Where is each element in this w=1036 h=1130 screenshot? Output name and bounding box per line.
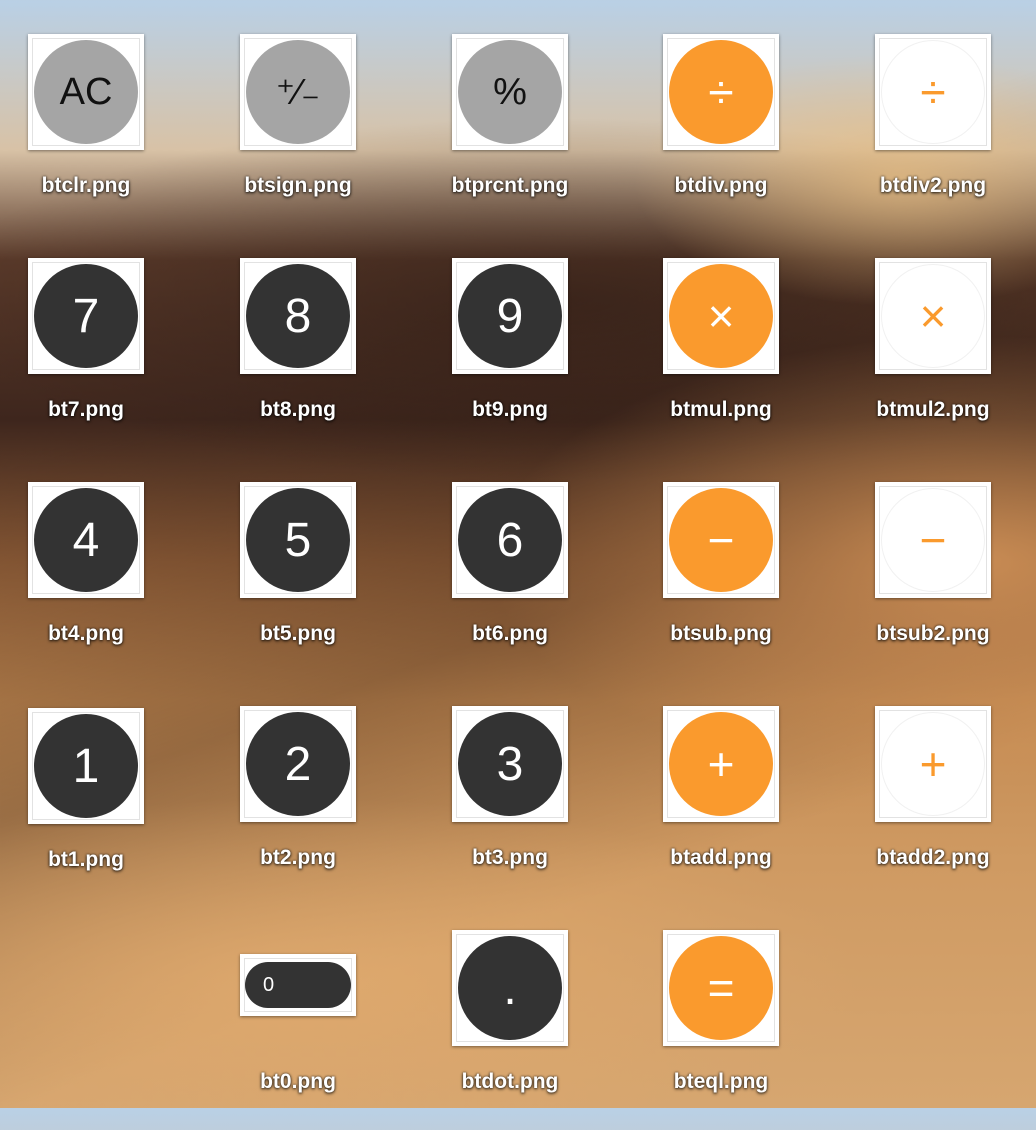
file-icon-btmul2[interactable]: × btmul2.png — [833, 258, 1033, 458]
file-icon-btsub2[interactable]: − btsub2.png — [833, 482, 1033, 682]
digit-symbol: 7 — [34, 264, 138, 368]
file-icon-btdiv[interactable]: ÷ btdiv.png — [621, 34, 821, 234]
file-name-label[interactable]: btdiv2.png — [833, 174, 1033, 198]
file-icon-bt1[interactable]: 1 bt1.png — [0, 708, 186, 908]
file-name-label[interactable]: btdot.png — [410, 1070, 610, 1094]
decimal-point-symbol: . — [458, 936, 562, 1040]
file-name-label[interactable]: bt3.png — [410, 846, 610, 870]
file-icon-bt8[interactable]: 8 bt8.png — [198, 258, 398, 458]
file-icon-btsub[interactable]: − btsub.png — [621, 482, 821, 682]
thumbnail: × — [875, 258, 991, 374]
thumbnail: ÷ — [663, 34, 779, 150]
digit-symbol: 2 — [246, 712, 350, 816]
minus-symbol: − — [881, 488, 985, 592]
divide-symbol: ÷ — [881, 40, 985, 144]
file-name-label[interactable]: btmul.png — [621, 398, 821, 422]
thumbnail: + — [663, 706, 779, 822]
ac-symbol: AC — [34, 40, 138, 144]
thumbnail: 4 — [28, 482, 144, 598]
file-name-label[interactable]: bt1.png — [0, 848, 186, 872]
thumbnail: 7 — [28, 258, 144, 374]
file-name-label[interactable]: bteql.png — [621, 1070, 821, 1094]
thumbnail: ⁺⁄₋ — [240, 34, 356, 150]
file-name-label[interactable]: bt9.png — [410, 398, 610, 422]
file-name-label[interactable]: bt7.png — [0, 398, 186, 422]
file-icon-btadd[interactable]: + btadd.png — [621, 706, 821, 906]
multiply-symbol: × — [881, 264, 985, 368]
file-icon-btclr[interactable]: AC btclr.png — [0, 34, 186, 234]
file-name-label[interactable]: bt8.png — [198, 398, 398, 422]
file-name-label[interactable]: bt4.png — [0, 622, 186, 646]
file-icon-bt6[interactable]: 6 bt6.png — [410, 482, 610, 682]
thumbnail: + — [875, 706, 991, 822]
plus-symbol: + — [881, 712, 985, 816]
file-icon-bt2[interactable]: 2 bt2.png — [198, 706, 398, 906]
digit-symbol: 5 — [246, 488, 350, 592]
file-icon-btprcnt[interactable]: % btprcnt.png — [410, 34, 610, 234]
thumbnail: 8 — [240, 258, 356, 374]
file-name-label[interactable]: btadd2.png — [833, 846, 1033, 870]
thumbnail: 9 — [452, 258, 568, 374]
file-icon-btadd2[interactable]: + btadd2.png — [833, 706, 1033, 906]
thumbnail: = — [663, 930, 779, 1046]
minus-symbol: − — [669, 488, 773, 592]
file-name-label[interactable]: btdiv.png — [621, 174, 821, 198]
percent-symbol: % — [458, 40, 562, 144]
file-icon-bt7[interactable]: 7 bt7.png — [0, 258, 186, 458]
thumbnail: − — [663, 482, 779, 598]
file-icon-bt9[interactable]: 9 bt9.png — [410, 258, 610, 458]
file-name-label[interactable]: bt5.png — [198, 622, 398, 646]
file-icon-bteql[interactable]: = bteql.png — [621, 930, 821, 1130]
thumbnail: ÷ — [875, 34, 991, 150]
thumbnail: 1 — [28, 708, 144, 824]
divide-symbol: ÷ — [669, 40, 773, 144]
file-name-label[interactable]: btsub.png — [621, 622, 821, 646]
thumbnail: 2 — [240, 706, 356, 822]
multiply-symbol: × — [669, 264, 773, 368]
thumbnail: % — [452, 34, 568, 150]
digit-symbol: 3 — [458, 712, 562, 816]
plus-minus-symbol: ⁺⁄₋ — [246, 40, 350, 144]
file-name-label[interactable]: btclr.png — [0, 174, 186, 198]
file-name-label[interactable]: btmul2.png — [833, 398, 1033, 422]
thumbnail: . — [452, 930, 568, 1046]
file-icon-btdot[interactable]: . btdot.png — [410, 930, 610, 1130]
thumbnail: 6 — [452, 482, 568, 598]
file-name-label[interactable]: btsign.png — [198, 174, 398, 198]
digit-symbol: 1 — [34, 714, 138, 818]
thumbnail: 5 — [240, 482, 356, 598]
thumbnail: 3 — [452, 706, 568, 822]
file-icon-bt0[interactable]: 0 bt0.png — [198, 930, 398, 1130]
file-icon-btdiv2[interactable]: ÷ btdiv2.png — [833, 34, 1033, 234]
plus-symbol: + — [669, 712, 773, 816]
file-name-label[interactable]: btadd.png — [621, 846, 821, 870]
file-icon-btsign[interactable]: ⁺⁄₋ btsign.png — [198, 34, 398, 234]
thumbnail: − — [875, 482, 991, 598]
thumbnail: AC — [28, 34, 144, 150]
file-icon-bt5[interactable]: 5 bt5.png — [198, 482, 398, 682]
digit-symbol: 6 — [458, 488, 562, 592]
file-name-label[interactable]: bt0.png — [198, 1070, 398, 1094]
file-icon-bt4[interactable]: 4 bt4.png — [0, 482, 186, 682]
thumbnail: 0 — [240, 954, 356, 1016]
digit-symbol: 8 — [246, 264, 350, 368]
file-name-label[interactable]: bt6.png — [410, 622, 610, 646]
file-icon-bt3[interactable]: 3 bt3.png — [410, 706, 610, 906]
zero-symbol: 0 — [245, 962, 351, 1008]
file-name-label[interactable]: bt2.png — [198, 846, 398, 870]
digit-symbol: 4 — [34, 488, 138, 592]
digit-symbol: 9 — [458, 264, 562, 368]
thumbnail: × — [663, 258, 779, 374]
file-name-label[interactable]: btprcnt.png — [410, 174, 610, 198]
file-icon-btmul[interactable]: × btmul.png — [621, 258, 821, 458]
file-name-label[interactable]: btsub2.png — [833, 622, 1033, 646]
equals-symbol: = — [669, 936, 773, 1040]
